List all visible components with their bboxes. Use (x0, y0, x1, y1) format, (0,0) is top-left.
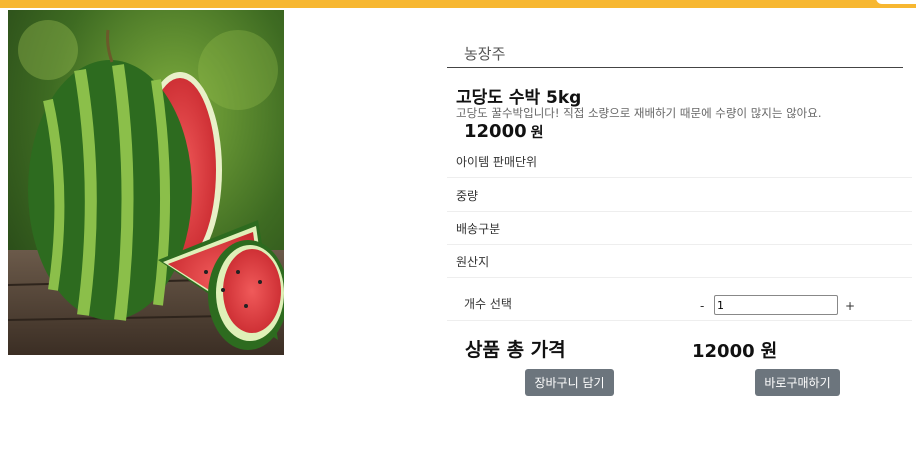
product-description: 고당도 꿀수박입니다! 직접 소량으로 재배하기 때문에 수량이 많지는 않아요… (456, 106, 822, 120)
total-price-currency: 원 (760, 341, 778, 362)
quantity-label: 개수 선택 (464, 297, 512, 311)
info-row-weight: 중량 (447, 177, 912, 212)
info-label: 아이템 판매단위 (456, 155, 538, 169)
info-label: 배송구분 (456, 222, 501, 236)
quantity-row: 개수 선택 - + (447, 277, 912, 321)
info-row-shipping: 배송구분 (447, 210, 912, 245)
product-image (8, 10, 284, 355)
price-value: 12000 (464, 121, 527, 142)
info-row-origin: 원산지 (447, 243, 912, 278)
info-row-unit: 아이템 판매단위 (447, 143, 912, 178)
top-accent-bar (0, 0, 916, 8)
decrease-button[interactable]: - (700, 299, 704, 313)
info-label: 원산지 (456, 255, 490, 269)
top-bar-tab (876, 0, 916, 4)
increase-button[interactable]: + (845, 299, 855, 313)
info-label: 중량 (456, 189, 479, 203)
total-price: 12000 원 (692, 337, 777, 363)
quantity-input[interactable] (714, 295, 838, 315)
add-to-cart-button[interactable]: 장바구니 담기 (525, 369, 614, 396)
price-currency: 원 (530, 125, 544, 141)
farmer-name: 농장주 (464, 45, 506, 63)
total-price-value: 12000 (692, 341, 755, 362)
divider (447, 67, 903, 68)
product-price: 12000 원 (464, 121, 544, 142)
buy-now-button[interactable]: 바로구매하기 (755, 369, 840, 396)
total-price-label: 상품 총 가격 (465, 339, 566, 361)
